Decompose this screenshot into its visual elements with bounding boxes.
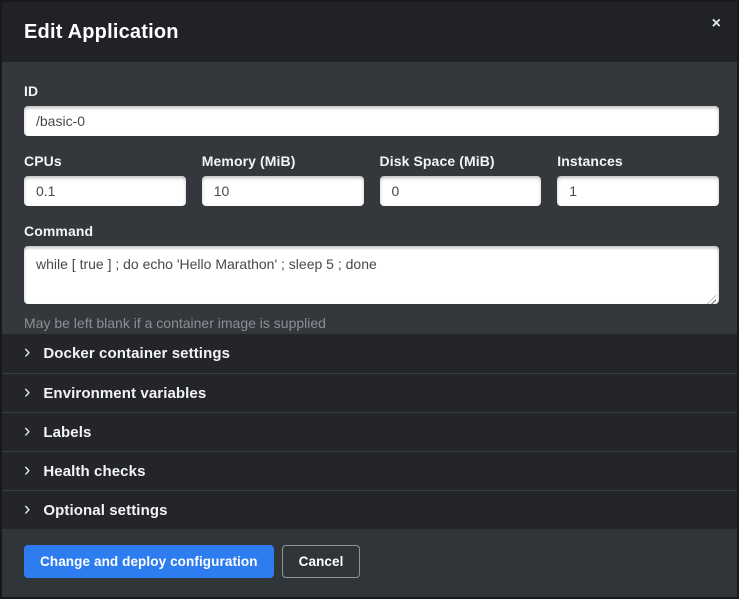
- section-label: Docker container settings: [43, 345, 230, 362]
- field-disk: Disk Space (MiB): [380, 153, 542, 206]
- memory-label: Memory (MiB): [202, 153, 364, 169]
- chevron-right-icon: ›: [24, 383, 30, 402]
- collapsible-sections: › Docker container settings › Environmen…: [2, 334, 737, 529]
- field-memory: Memory (MiB): [202, 153, 364, 206]
- section-docker-container-settings[interactable]: › Docker container settings: [2, 334, 737, 373]
- section-health-checks[interactable]: › Health checks: [2, 451, 737, 490]
- command-label: Command: [24, 223, 719, 239]
- command-textarea[interactable]: while [ true ] ; do echo 'Hello Marathon…: [24, 246, 719, 304]
- instances-label: Instances: [557, 153, 719, 169]
- cpus-label: CPUs: [24, 153, 186, 169]
- section-label: Optional settings: [43, 502, 167, 519]
- section-labels[interactable]: › Labels: [2, 412, 737, 451]
- modal-header: Edit Application ×: [2, 2, 737, 62]
- field-cpus: CPUs: [24, 153, 186, 206]
- modal-title: Edit Application: [24, 21, 179, 44]
- section-environment-variables[interactable]: › Environment variables: [2, 373, 737, 412]
- disk-input[interactable]: [380, 176, 542, 206]
- close-icon[interactable]: ×: [706, 10, 727, 38]
- field-id: ID: [24, 83, 719, 136]
- memory-input[interactable]: [202, 176, 364, 206]
- chevron-right-icon: ›: [24, 461, 30, 480]
- command-help-text: May be left blank if a container image i…: [24, 315, 719, 331]
- field-command: Command while [ true ] ; do echo 'Hello …: [24, 223, 719, 331]
- chevron-right-icon: ›: [24, 500, 30, 519]
- disk-label: Disk Space (MiB): [380, 153, 542, 169]
- section-label: Labels: [43, 424, 91, 441]
- resources-row: CPUs Memory (MiB) Disk Space (MiB) Insta…: [24, 153, 719, 206]
- command-textarea-wrap: while [ true ] ; do echo 'Hello Marathon…: [24, 246, 719, 309]
- change-and-deploy-button[interactable]: Change and deploy configuration: [24, 545, 274, 578]
- instances-input[interactable]: [557, 176, 719, 206]
- id-input[interactable]: [24, 106, 719, 136]
- section-optional-settings[interactable]: › Optional settings: [2, 490, 737, 529]
- section-label: Environment variables: [43, 385, 206, 402]
- chevron-right-icon: ›: [24, 422, 30, 441]
- section-label: Health checks: [43, 463, 145, 480]
- chevron-right-icon: ›: [24, 343, 30, 362]
- edit-application-modal: Edit Application × ID CPUs Memory (MiB) …: [0, 0, 739, 599]
- cancel-button[interactable]: Cancel: [282, 545, 361, 578]
- cpus-input[interactable]: [24, 176, 186, 206]
- form-area: ID CPUs Memory (MiB) Disk Space (MiB) In…: [2, 62, 737, 334]
- field-instances: Instances: [557, 153, 719, 206]
- id-label: ID: [24, 83, 719, 99]
- modal-footer: Change and deploy configuration Cancel: [2, 529, 737, 597]
